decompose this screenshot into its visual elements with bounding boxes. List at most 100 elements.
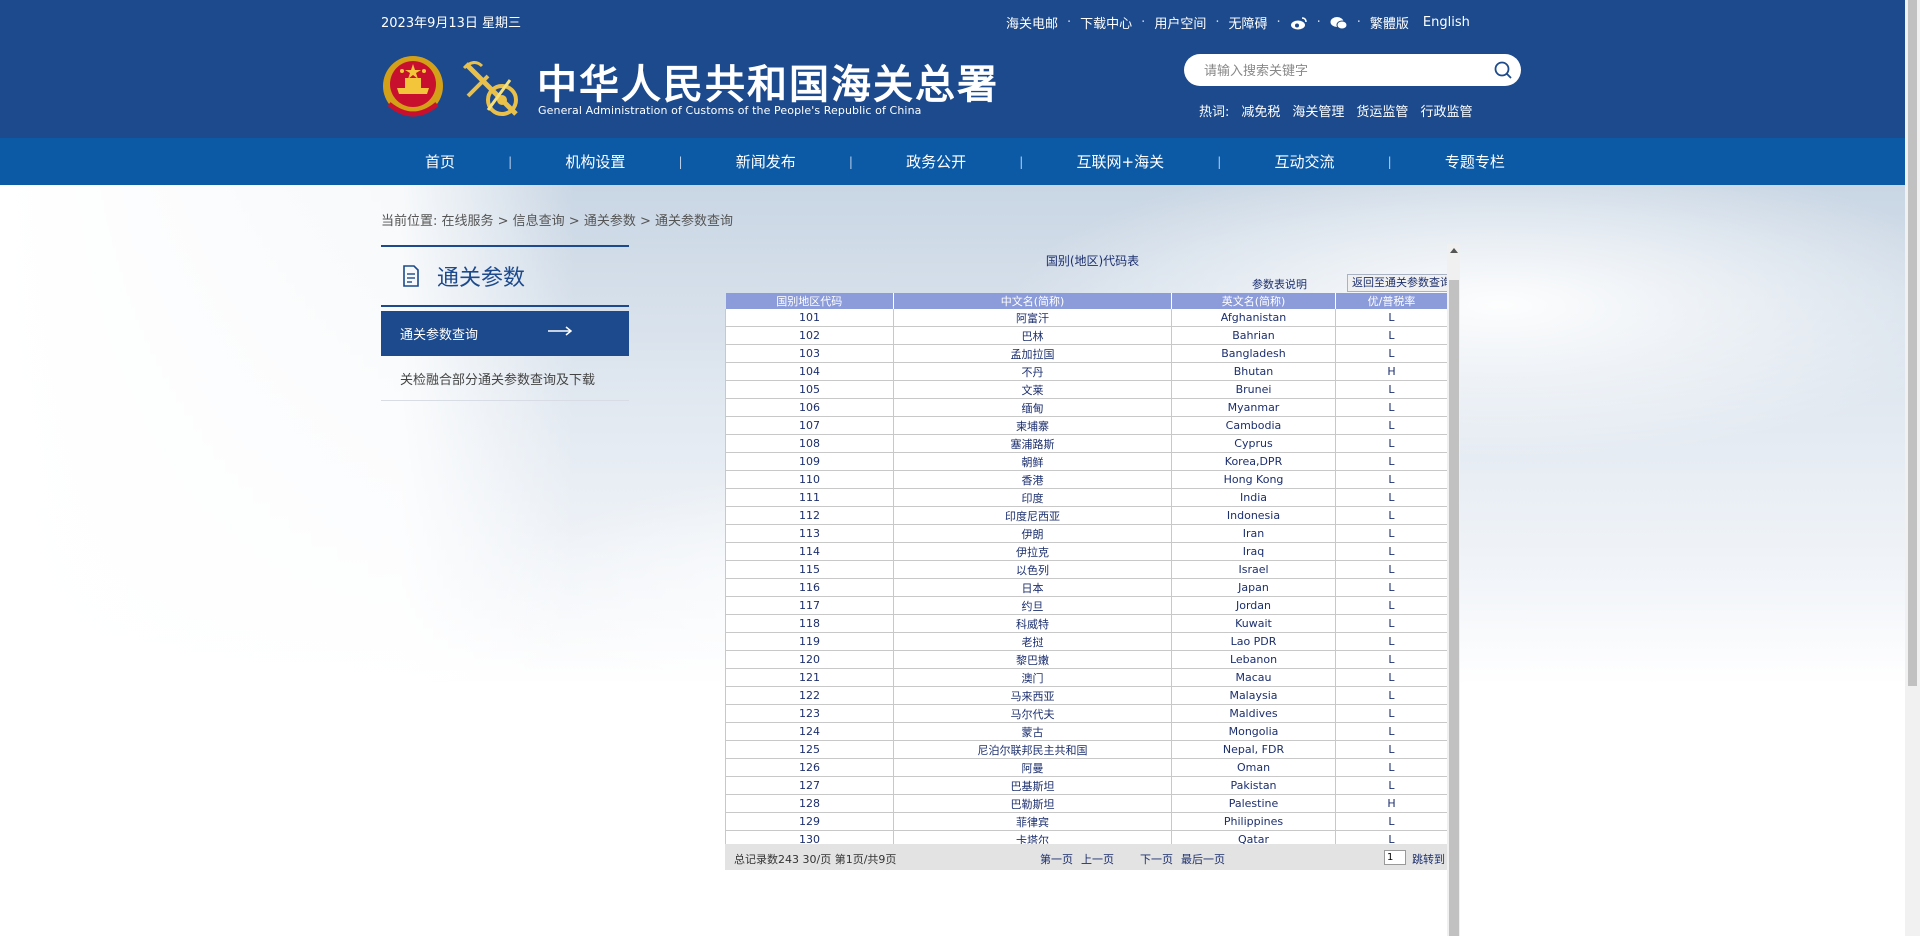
chinese-name-cell: 约旦 [893,596,1172,615]
code-cell: 110 [725,470,894,489]
table-title: 国别(地区)代码表 [1045,254,1140,268]
hot-word-link[interactable]: 货运监管 [1356,101,1408,120]
code-cell: 128 [725,794,894,813]
code-cell: 126 [725,758,894,777]
english-name-cell: Japan [1171,578,1336,597]
table-row: 124 蒙古 Mongolia L [725,722,1448,741]
english-name-cell: Myanmar [1171,398,1336,417]
chinese-name-cell: 文莱 [893,380,1172,399]
code-cell: 112 [725,506,894,525]
hot-word-link[interactable]: 减免税 [1241,101,1280,120]
sidebar-item-clearance-query[interactable]: 通关参数查询 [381,311,629,356]
chinese-name-cell: 蒙古 [893,722,1172,741]
nav-home[interactable]: 首页 [425,151,455,172]
prev-page-link[interactable]: 上一页 [1081,851,1114,867]
main-nav: 首页 | 机构设置 | 新闻发布 | 政务公开 | 互联网+海关 | 互动交流 … [0,138,1905,185]
link-traditional-chinese[interactable]: 繁體版 [1370,13,1409,32]
english-name-cell: Cambodia [1171,416,1336,435]
page-scrollbar[interactable] [1905,0,1920,936]
english-name-cell: Oman [1171,758,1336,777]
link-accessibility[interactable]: 无障碍 [1228,13,1267,32]
first-page-link[interactable]: 第一页 [1040,851,1073,867]
search-input[interactable] [1202,60,1476,82]
tax-rate-cell: L [1335,542,1448,561]
table-row: 119 老挝 Lao PDR L [725,632,1448,651]
chinese-name-cell: 缅甸 [893,398,1172,417]
link-customs-email[interactable]: 海关电邮 [1006,13,1058,32]
code-cell: 101 [725,309,894,327]
nav-internet-customs[interactable]: 互联网+海关 [1077,151,1165,172]
link-user-space[interactable]: 用户空间 [1154,13,1206,32]
sidebar-item-label: 通关参数查询 [400,328,479,343]
sidebar-item-inspection-params[interactable]: 关检融合部分通关参数查询及下载 [381,356,629,401]
chinese-name-cell: 孟加拉国 [893,344,1172,363]
nav-news[interactable]: 新闻发布 [736,151,796,172]
chinese-name-cell: 朝鲜 [893,452,1172,471]
code-cell: 120 [725,650,894,669]
code-cell: 121 [725,668,894,687]
chinese-name-cell: 马来西亚 [893,686,1172,705]
param-description-link[interactable]: 参数表说明 [1252,276,1307,292]
table-row: 114 伊拉克 Iraq L [725,542,1448,561]
last-page-link[interactable]: 最后一页 [1181,851,1225,867]
weibo-icon[interactable] [1290,16,1308,30]
tax-rate-cell: L [1335,722,1448,741]
tax-rate-cell: L [1335,380,1448,399]
code-cell: 108 [725,434,894,453]
english-name-cell: Cyprus [1171,434,1336,453]
chinese-name-cell: 以色列 [893,560,1172,579]
english-name-cell: Korea,DPR [1171,452,1336,471]
nav-special-topics[interactable]: 专题专栏 [1445,151,1505,172]
chinese-name-cell: 印度尼西亚 [893,506,1172,525]
tax-rate-cell: L [1335,470,1448,489]
chinese-name-cell: 伊朗 [893,524,1172,543]
back-to-query-button[interactable]: 返回至通关参数查询 [1347,274,1457,292]
page-scroll-thumb[interactable] [1908,0,1917,686]
nav-interaction[interactable]: 互动交流 [1274,151,1334,172]
english-name-cell: Philippines [1171,812,1336,831]
link-download-center[interactable]: 下载中心 [1080,13,1132,32]
page-number-input[interactable] [1384,850,1406,865]
site-header: 2023年9月13日 星期三 海关电邮 · 下载中心 · 用户空间 · 无障碍 · · … [0,0,1905,138]
table-row: 116 日本 Japan L [725,578,1448,597]
column-header: 优/普税率 [1335,293,1448,309]
english-name-cell: Bangladesh [1171,344,1336,363]
tax-rate-cell: L [1335,704,1448,723]
nav-separator: | [678,154,683,169]
tax-rate-cell: L [1335,632,1448,651]
dot-separator: · [1356,15,1361,30]
english-name-cell: Israel [1171,560,1336,579]
jump-to-page-button[interactable]: 跳转到 [1412,851,1447,867]
arrow-right-icon [547,325,573,337]
code-cell: 119 [725,632,894,651]
frame-scrollbar[interactable] [1447,244,1460,936]
wechat-icon[interactable] [1330,16,1348,30]
chinese-name-cell: 科威特 [893,614,1172,633]
english-name-cell: Hong Kong [1171,470,1336,489]
chinese-name-cell: 阿富汗 [893,309,1172,327]
link-english[interactable]: English [1423,15,1470,30]
next-page-link[interactable]: 下一页 [1140,851,1173,867]
sidebar: 通关参数 通关参数查询 关检融合部分通关参数查询及下载 [381,245,629,401]
tax-rate-cell: L [1335,309,1448,327]
english-name-cell: Iran [1171,524,1336,543]
dot-separator: · [1316,15,1321,30]
tax-rate-cell: L [1335,650,1448,669]
site-title: 中华人民共和国海关总署 [537,61,999,108]
nav-government-affairs[interactable]: 政务公开 [906,151,966,172]
chinese-name-cell: 香港 [893,470,1172,489]
hot-word-link[interactable]: 海关管理 [1292,101,1344,120]
breadcrumb: 当前位置: 在线服务 > 信息查询 > 通关参数 > 通关参数查询 [381,214,733,229]
scroll-thumb[interactable] [1449,280,1459,936]
search-icon[interactable] [1493,60,1513,80]
table-row: 108 塞浦路斯 Cyprus L [725,434,1448,453]
nav-organization[interactable]: 机构设置 [565,151,625,172]
english-name-cell: Mongolia [1171,722,1336,741]
code-cell: 107 [725,416,894,435]
table-row: 101 阿富汗 Afghanistan L [725,309,1448,327]
scroll-up-icon[interactable] [1450,248,1458,253]
chinese-name-cell: 日本 [893,578,1172,597]
hot-word-link[interactable]: 行政监管 [1420,101,1472,120]
table-row: 129 菲律宾 Philippines L [725,812,1448,831]
